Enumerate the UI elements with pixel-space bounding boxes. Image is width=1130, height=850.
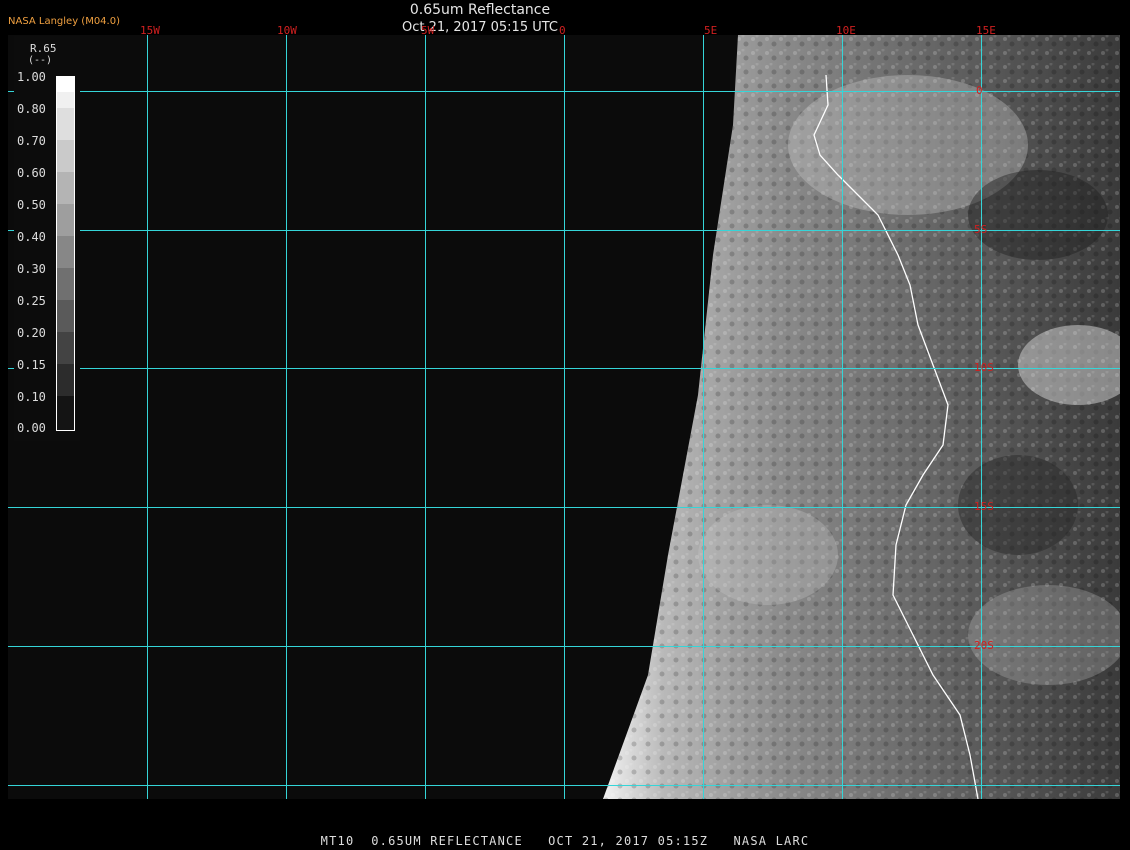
- legend-title: R.65: [30, 42, 57, 55]
- legend-tick: 0.40: [17, 230, 46, 244]
- legend-tick: 0.30: [17, 262, 46, 276]
- legend-unit: (--): [28, 55, 53, 66]
- legend-tick: 0.80: [17, 102, 46, 116]
- lat-label-15s: 15S: [974, 500, 994, 513]
- image-title: 0.65um Reflectance: [409, 2, 551, 18]
- legend-tick: 0.60: [17, 166, 46, 180]
- legend-tick: 0.15: [17, 358, 46, 372]
- footer-caption: MT10 0.65UM REFLECTANCE OCT 21, 2017 05:…: [320, 834, 810, 848]
- lat-label-10s: 10S: [974, 361, 994, 374]
- legend-tick: 1.00: [17, 70, 46, 84]
- satellite-imagery: [8, 35, 1120, 799]
- producer-label: NASA Langley (M04.0): [8, 16, 120, 27]
- legend-tick: 0.10: [17, 390, 46, 404]
- lat-label-20s: 20S: [974, 639, 994, 652]
- legend-color-bar: [56, 76, 75, 431]
- lat-label-5s: 5S: [974, 223, 988, 236]
- lat-label-0: 0: [976, 84, 983, 97]
- legend-tick: 0.20: [17, 326, 46, 340]
- legend-tick: 0.25: [17, 294, 46, 308]
- legend-tick: 0.70: [17, 134, 46, 148]
- legend-tick: 0.00: [17, 421, 46, 435]
- legend-tick: 0.50: [17, 198, 46, 212]
- satellite-map[interactable]: [8, 35, 1120, 799]
